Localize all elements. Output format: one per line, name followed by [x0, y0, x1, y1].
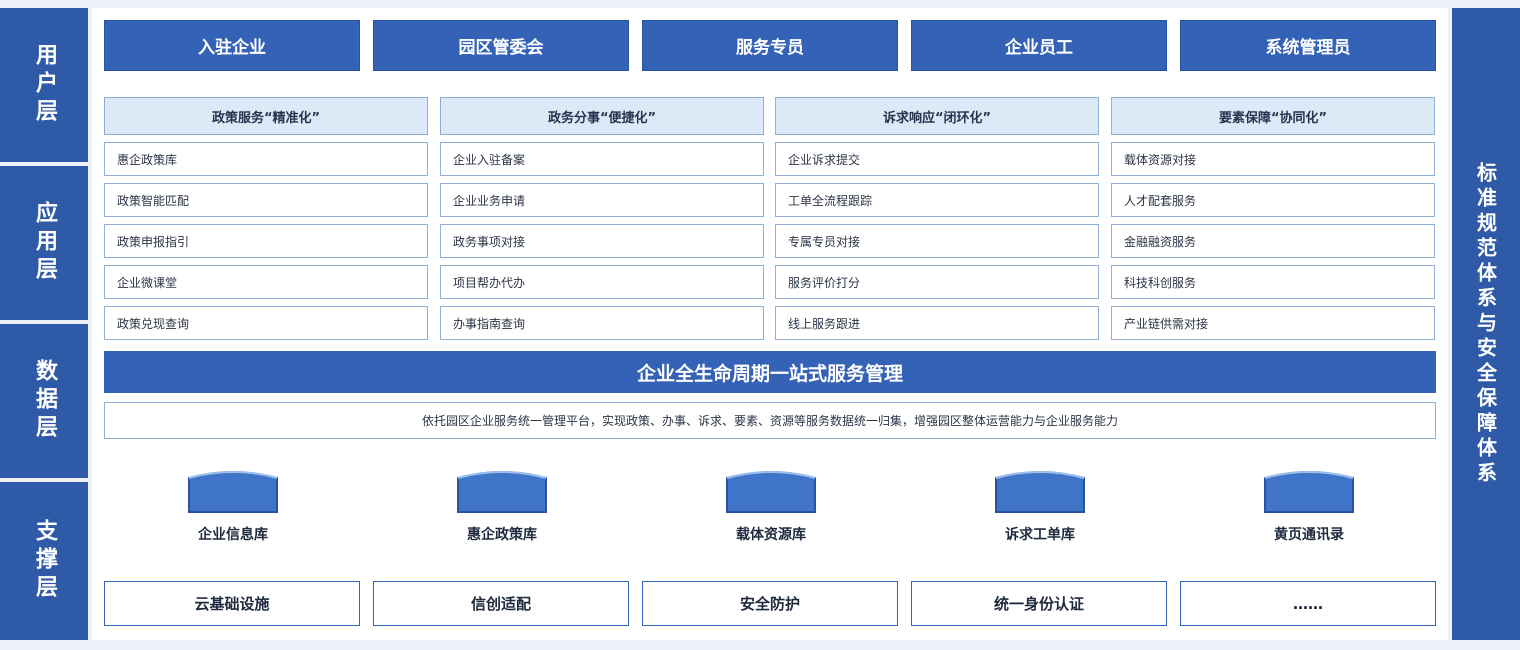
column-title: 诉求响应“闭环化” [775, 97, 1099, 135]
database-icon [1264, 471, 1354, 513]
platform-description: 依托园区企业服务统一管理平台，实现政策、办事、诉求、要素、资源等服务数据统一归集… [104, 402, 1436, 439]
database-icon [188, 471, 278, 513]
infra-cloud[interactable]: 云基础设施 [104, 581, 360, 626]
list-item[interactable]: 产业链供需对接 [1111, 306, 1435, 340]
application-layer-label: 应用层 [0, 166, 88, 320]
column-title: 政策服务“精准化” [104, 97, 428, 135]
app-column-policy: 政策服务“精准化” 惠企政策库 政策智能匹配 政策申报指引 企业微课堂 政策兑现… [104, 97, 428, 340]
list-item[interactable]: 政策智能匹配 [104, 183, 428, 217]
column-title: 政务分事“便捷化” [440, 97, 764, 135]
database-icon [457, 471, 547, 513]
column-title: 要素保障“协同化” [1111, 97, 1435, 135]
database-icon [995, 471, 1085, 513]
database-icon [726, 471, 816, 513]
lifecycle-banner: 企业全生命周期一站式服务管理 [104, 351, 1436, 393]
database-label: 黄页通讯录 [1274, 527, 1344, 543]
list-item[interactable]: 企业诉求提交 [775, 142, 1099, 176]
list-item[interactable]: 线上服务跟进 [775, 306, 1099, 340]
list-item[interactable]: 服务评价打分 [775, 265, 1099, 299]
list-item[interactable]: 载体资源对接 [1111, 142, 1435, 176]
database-yellow-pages[interactable]: 黄页通讯录 [1229, 468, 1389, 558]
list-item[interactable]: 金融融资服务 [1111, 224, 1435, 258]
infra-security[interactable]: 安全防护 [642, 581, 898, 626]
database-label: 载体资源库 [736, 527, 806, 543]
infra-xinchuang[interactable]: 信创适配 [373, 581, 629, 626]
database-appeal-tickets[interactable]: 诉求工单库 [960, 468, 1120, 558]
database-label: 惠企政策库 [467, 527, 537, 543]
app-column-factors: 要素保障“协同化” 载体资源对接 人才配套服务 金融融资服务 科技科创服务 产业… [1111, 97, 1435, 340]
database-label: 诉求工单库 [1005, 527, 1075, 543]
infra-more[interactable]: …… [1180, 581, 1436, 626]
list-item[interactable]: 科技科创服务 [1111, 265, 1435, 299]
database-enterprise-info[interactable]: 企业信息库 [153, 468, 313, 558]
support-layer-label: 支撑层 [0, 482, 88, 640]
database-policy[interactable]: 惠企政策库 [422, 468, 582, 558]
role-system-admin[interactable]: 系统管理员 [1180, 20, 1436, 71]
role-enterprise-employee[interactable]: 企业员工 [911, 20, 1167, 71]
app-column-appeals: 诉求响应“闭环化” 企业诉求提交 工单全流程跟踪 专属专员对接 服务评价打分 线… [775, 97, 1099, 340]
user-layer-label: 用户层 [0, 8, 88, 162]
list-item[interactable]: 专属专员对接 [775, 224, 1099, 258]
role-service-specialist[interactable]: 服务专员 [642, 20, 898, 71]
list-item[interactable]: 政策申报指引 [104, 224, 428, 258]
data-layer-label: 数据层 [0, 324, 88, 478]
list-item[interactable]: 人才配套服务 [1111, 183, 1435, 217]
list-item[interactable]: 政务事项对接 [440, 224, 764, 258]
database-carrier-resources[interactable]: 载体资源库 [691, 468, 851, 558]
app-column-government-affairs: 政务分事“便捷化” 企业入驻备案 企业业务申请 政务事项对接 项目帮办代办 办事… [440, 97, 764, 340]
standards-security-label: 标准规范体系与安全保障体系 [1452, 8, 1520, 640]
list-item[interactable]: 办事指南查询 [440, 306, 764, 340]
database-label: 企业信息库 [198, 527, 268, 543]
list-item[interactable]: 企业入驻备案 [440, 142, 764, 176]
list-item[interactable]: 政策兑现查询 [104, 306, 428, 340]
role-park-committee[interactable]: 园区管委会 [373, 20, 629, 71]
list-item[interactable]: 惠企政策库 [104, 142, 428, 176]
list-item[interactable]: 项目帮办代办 [440, 265, 764, 299]
list-item[interactable]: 企业微课堂 [104, 265, 428, 299]
role-enterprise[interactable]: 入驻企业 [104, 20, 360, 71]
list-item[interactable]: 工单全流程跟踪 [775, 183, 1099, 217]
infra-identity-auth[interactable]: 统一身份认证 [911, 581, 1167, 626]
list-item[interactable]: 企业业务申请 [440, 183, 764, 217]
